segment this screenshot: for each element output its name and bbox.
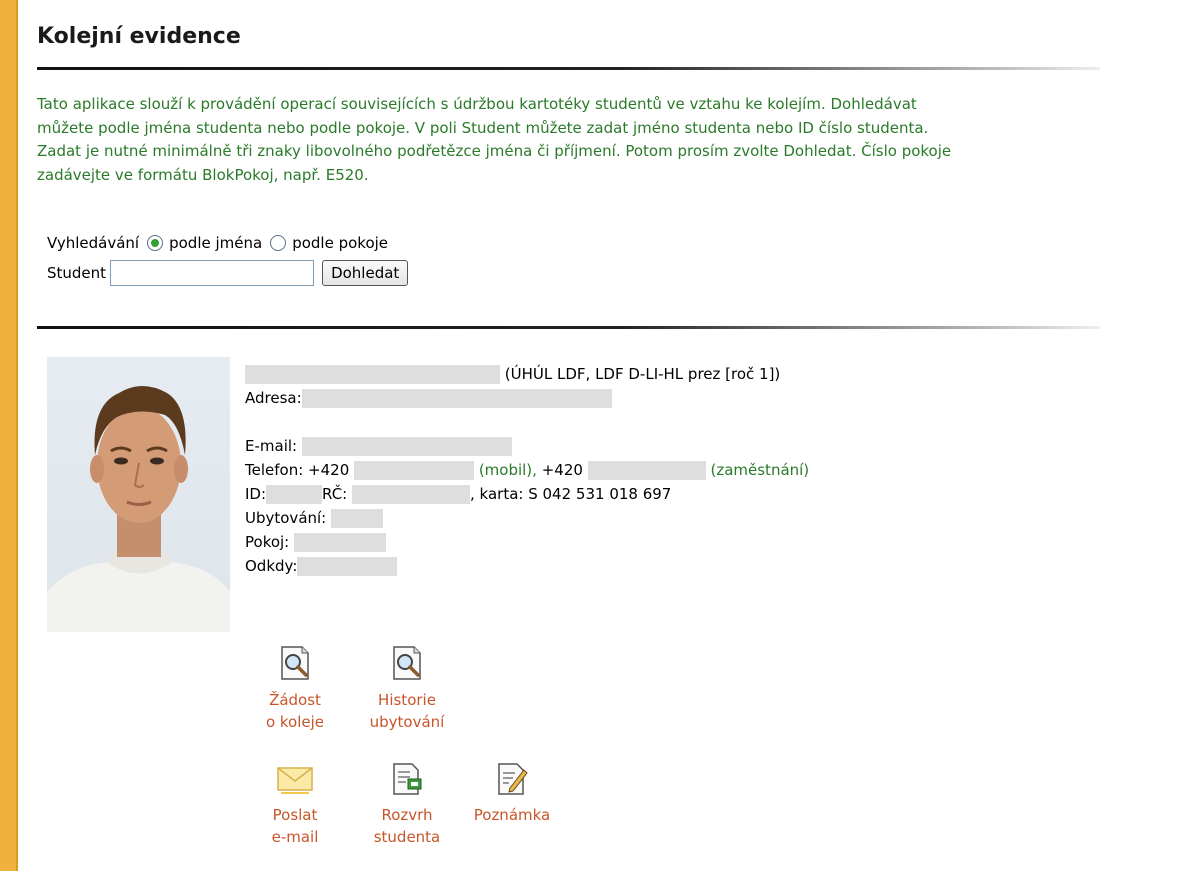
email-redacted[interactable] <box>301 437 512 456</box>
search-mode-label: Vyhledávání <box>47 234 140 252</box>
search-mode-row: Vyhledávání podle jména podle pokoje <box>47 228 408 258</box>
address-row: Adresa: <box>245 386 809 410</box>
intro-text: Tato aplikace slouží k provádění operací… <box>37 93 1197 187</box>
intro-line: můžete podle jména studenta nebo podle p… <box>37 118 929 137</box>
phone-mobile-redacted <box>354 461 475 480</box>
action-send-email-label-2: e-mail <box>271 828 319 846</box>
intro-line: Zadat je nutné minimálně tři znaky libov… <box>37 142 952 160</box>
document-search-icon <box>281 646 309 680</box>
phone-row: Telefon: +420 (mobil), +420 (zaměstnání) <box>245 458 809 482</box>
action-note[interactable]: Poznámka <box>462 762 562 826</box>
action-note-label: Poznámka <box>473 806 551 824</box>
note-pencil-icon <box>498 763 528 795</box>
radio-by-room[interactable] <box>270 235 287 251</box>
id-row: ID: RČ: , karta: S 042 531 018 697 <box>245 482 809 506</box>
since-label: Odkdy: <box>245 557 298 575</box>
student-info: (ÚHÚL LDF, LDF D-LI-HL prez [roč 1]) Adr… <box>245 362 809 578</box>
id-redacted <box>266 485 323 504</box>
intro-line: zadávejte ve formátu BlokPokoj, např. E5… <box>37 165 369 184</box>
phone-prefix-work: +420 <box>541 461 583 479</box>
address-label: Adresa: <box>245 389 302 407</box>
room-label: Pokoj: <box>245 533 290 551</box>
radio-by-room-label[interactable]: podle pokoje <box>292 234 388 252</box>
document-search-icon <box>393 646 421 680</box>
search-form: Vyhledávání podle jména podle pokoje Stu… <box>47 228 409 288</box>
housing-label: Ubytování: <box>245 509 327 527</box>
student-study: (ÚHÚL LDF, LDF D-LI-HL prez [roč 1]) <box>504 365 781 383</box>
student-label: Student <box>47 264 107 282</box>
title-divider <box>37 67 1100 70</box>
action-send-email[interactable]: Poslat e-mail <box>250 762 340 848</box>
left-accent-bar <box>0 0 18 871</box>
action-student-schedule-label-2: studenta <box>373 828 441 846</box>
action-housing-history-label-1: Historie <box>378 691 436 709</box>
action-room-request-label-1: Žádost <box>269 691 321 709</box>
since-redacted <box>297 557 398 576</box>
action-room-request[interactable]: Žádost o koleje <box>250 645 340 733</box>
housing-redacted <box>331 509 384 528</box>
envelope-icon <box>277 767 313 794</box>
action-housing-history[interactable]: Historie ubytování <box>362 645 452 733</box>
id-label: ID: <box>245 485 267 503</box>
action-student-schedule-label-1: Rozvrh <box>381 806 433 824</box>
room-row: Pokoj: <box>245 530 809 554</box>
email-row: E-mail: <box>245 434 809 458</box>
phone-type-work: (zaměstnání) <box>710 461 810 479</box>
card-number: , karta: S 042 531 018 697 <box>470 485 672 503</box>
schedule-icon <box>393 763 422 795</box>
action-student-schedule[interactable]: Rozvrh studenta <box>362 762 452 848</box>
rc-redacted <box>352 485 471 504</box>
page-title: Kolejní evidence <box>37 24 241 49</box>
phone-prefix-mobile: +420 <box>308 461 350 479</box>
student-photo <box>47 357 230 632</box>
since-row: Odkdy: <box>245 554 809 578</box>
address-redacted <box>301 389 612 408</box>
student-name-redacted <box>245 365 500 384</box>
search-button[interactable]: Dohledat <box>322 260 409 286</box>
phone-work-redacted <box>587 461 706 480</box>
rc-label: RČ: <box>322 485 348 503</box>
phone-label: Telefon: <box>245 461 304 479</box>
action-housing-history-label-2: ubytování <box>369 713 445 731</box>
phone-type-mobile: (mobil), <box>478 461 537 479</box>
email-label: E-mail: <box>245 437 298 455</box>
action-room-request-label-2: o koleje <box>265 713 325 731</box>
radio-by-name-label[interactable]: podle jména <box>169 234 262 252</box>
student-row: Student Dohledat <box>47 258 409 288</box>
student-name-row: (ÚHÚL LDF, LDF D-LI-HL prez [roč 1]) <box>245 362 809 386</box>
radio-by-name[interactable] <box>147 235 164 251</box>
section-divider <box>37 326 1100 329</box>
student-input[interactable] <box>110 260 315 286</box>
action-send-email-label-1: Poslat <box>272 806 318 824</box>
housing-row: Ubytování: <box>245 506 809 530</box>
room-redacted <box>294 533 387 552</box>
intro-line: Tato aplikace slouží k provádění operací… <box>37 95 917 113</box>
